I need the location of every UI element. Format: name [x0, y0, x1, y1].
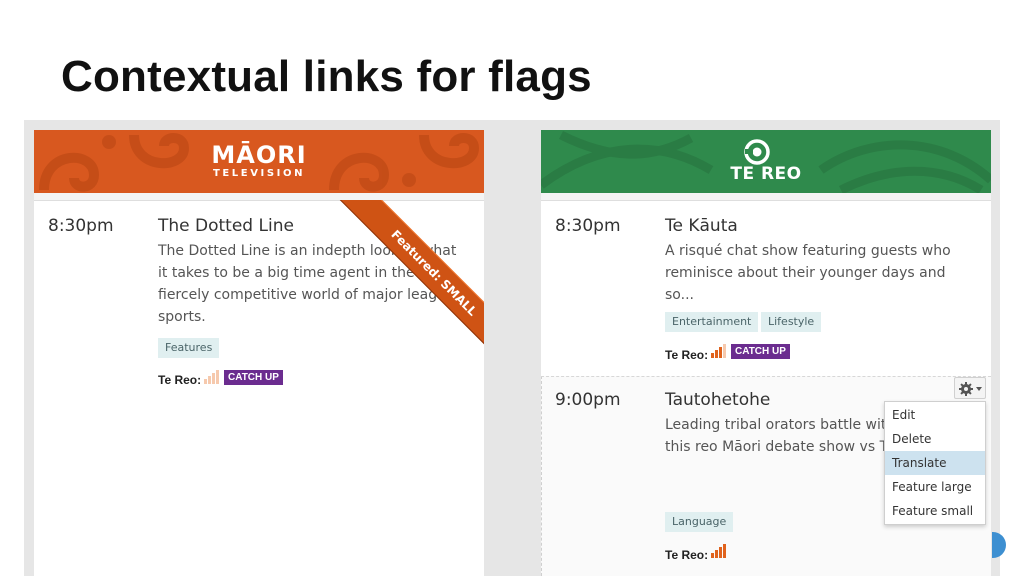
listing-title[interactable]: Te Kāuta [665, 216, 738, 236]
menu-item-delete[interactable]: Delete [885, 427, 985, 451]
te-reo-label: Te Reo: [158, 373, 202, 387]
tag-lifestyle[interactable]: Lifestyle [761, 312, 822, 332]
koru-icon [744, 139, 770, 165]
menu-item-feature-small[interactable]: Feature small [885, 499, 985, 523]
listing-description: A risqué chat show featuring guests who … [665, 243, 951, 303]
chevron-down-icon [976, 387, 982, 391]
te-reo-label: Te Reo: [665, 548, 709, 562]
maori-tv-header: MĀORI TELEVISION [34, 130, 484, 193]
listing-time: 8:30pm [555, 216, 621, 236]
slide-title: Contextual links for flags [61, 52, 592, 101]
te-reo-label: Te Reo: [665, 348, 709, 362]
row-divider [541, 376, 991, 377]
te-reo-level-icon [711, 544, 727, 558]
header-underline [541, 193, 991, 201]
gear-icon [959, 382, 973, 396]
maori-tv-panel: MĀORI TELEVISION 8:30pm The Dotted Line … [34, 130, 484, 576]
tag-entertainment[interactable]: Entertainment [665, 312, 759, 332]
catch-up-badge[interactable]: CATCH UP [731, 344, 790, 359]
tag-language[interactable]: Language [665, 512, 734, 532]
tag-features[interactable]: Features [158, 338, 220, 358]
te-reo-level-icon [711, 344, 727, 358]
context-menu: Edit Delete Translate Feature large Feat… [884, 401, 986, 525]
settings-gear-button[interactable] [954, 377, 986, 399]
catch-up-badge[interactable]: CATCH UP [224, 370, 283, 385]
te-reo-header: TE REO [541, 130, 991, 193]
menu-item-feature-large[interactable]: Feature large [885, 475, 985, 499]
featured-ribbon-label: Featured: SMALL [331, 200, 484, 350]
logo-main-text: MĀORI [211, 141, 307, 169]
listing-time: 9:00pm [555, 390, 621, 410]
listing-title[interactable]: Tautohetohe [665, 390, 770, 410]
menu-item-edit[interactable]: Edit [885, 403, 985, 427]
logo-sub-text: TELEVISION [212, 168, 306, 179]
menu-item-translate[interactable]: Translate [885, 451, 985, 475]
help-bubble-edge[interactable] [992, 532, 1006, 558]
te-reo-logo-text: TE REO [730, 164, 802, 184]
featured-ribbon[interactable]: Featured: SMALL [304, 200, 484, 350]
te-reo-level-icon [204, 370, 220, 384]
listing-title[interactable]: The Dotted Line [158, 216, 294, 236]
listing-time: 8:30pm [48, 216, 114, 236]
